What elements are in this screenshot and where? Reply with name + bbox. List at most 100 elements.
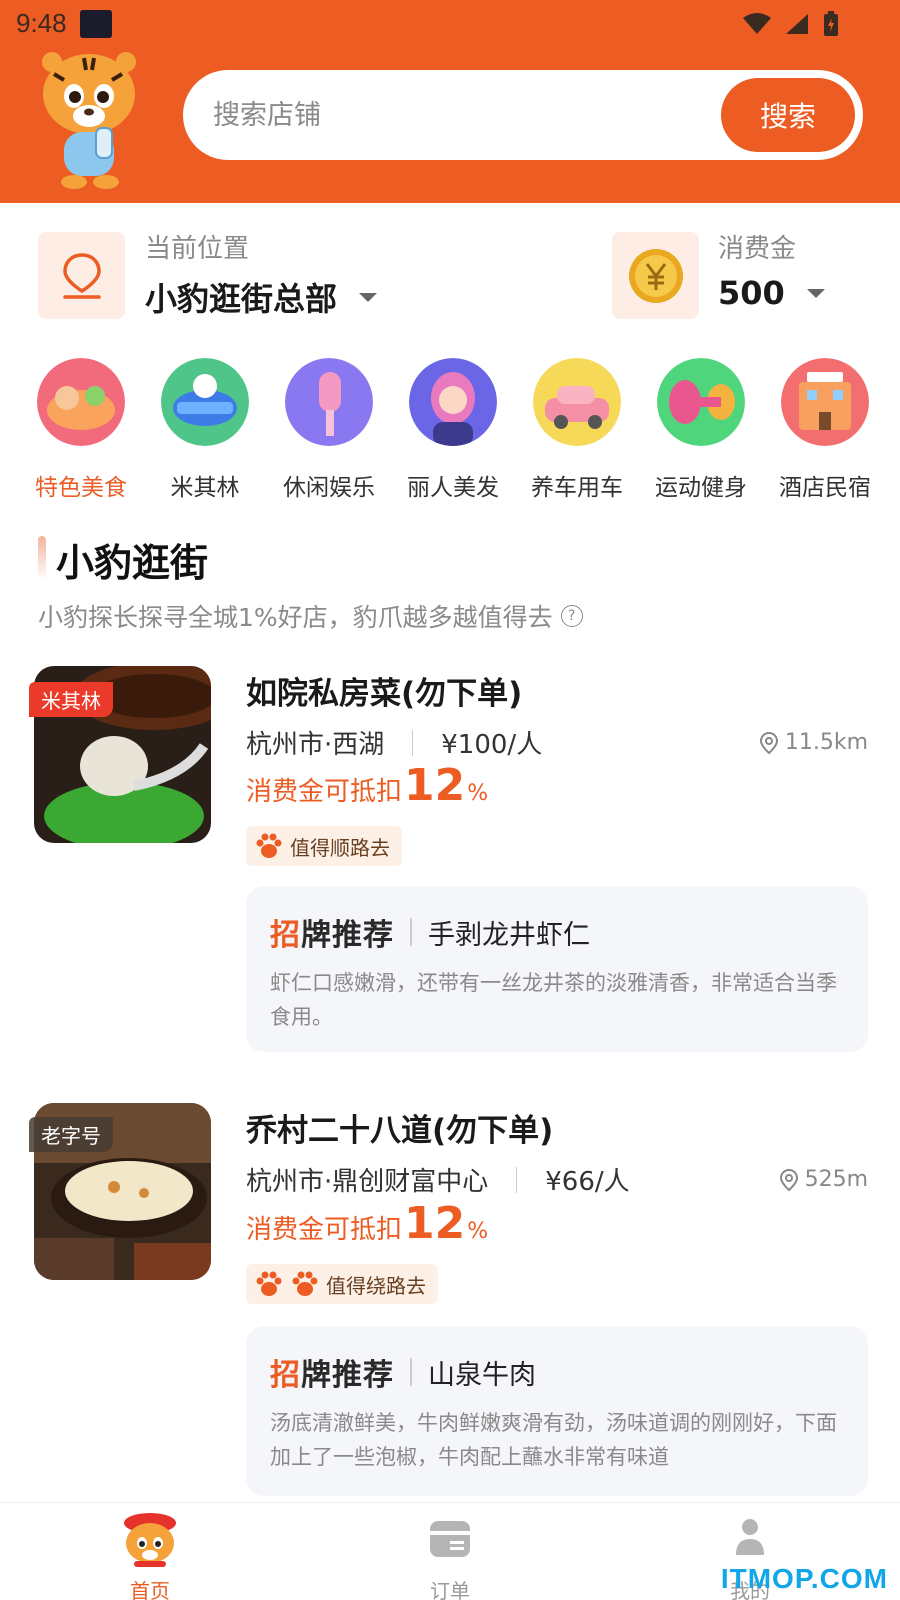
search-button[interactable]: 搜索	[721, 78, 855, 152]
category-label: 米其林	[170, 475, 240, 498]
signature-dish-name: 山泉牛肉	[428, 1359, 536, 1391]
shop-name[interactable]: 如院私房菜(勿下单)	[246, 668, 522, 713]
category-label: 丽人美发	[407, 475, 499, 498]
category-entertainment[interactable]: 休闲娱乐	[269, 358, 389, 498]
location-pin-icon	[62, 252, 101, 299]
help-icon[interactable]: ?	[560, 605, 583, 627]
rec-head: 招牌推荐 手剥龙井虾仁	[270, 910, 590, 954]
search-input[interactable]	[213, 70, 693, 160]
car-icon	[533, 358, 621, 446]
category-food[interactable]: 特色美食	[21, 358, 141, 498]
microphone-icon	[285, 358, 373, 446]
category-michelin[interactable]: 米其林	[145, 358, 265, 498]
distance-value: 11.5km	[784, 730, 868, 755]
discount-value: 12	[404, 1198, 466, 1249]
category-label: 特色美食	[35, 475, 127, 498]
shop-meta: 杭州市·鼎创财富中心 ¥66/人	[246, 1161, 630, 1198]
discount-text: 消费金可抵扣	[246, 777, 403, 807]
category-label: 酒店民宿	[779, 475, 871, 498]
shop-price: ¥100/人	[441, 730, 543, 760]
paw-label: 值得顺路去	[290, 835, 390, 860]
category-fitness[interactable]: 运动健身	[641, 358, 761, 498]
wifi-icon	[743, 13, 771, 34]
status-time: 9:48	[16, 8, 67, 38]
mascot-home-icon	[124, 1513, 176, 1567]
beauty-icon	[409, 358, 497, 446]
discount-unit: %	[467, 781, 489, 806]
coin-icon-box[interactable]	[612, 232, 699, 319]
shop-area: 杭州市·西湖	[246, 730, 385, 760]
hotel-icon	[781, 358, 869, 446]
app-header: 9:48 搜索	[0, 0, 900, 203]
shop-distance: 11.5km	[759, 730, 868, 755]
category-row: 特色美食 米其林 休闲娱乐 丽人美发 养车用车 运动健身 酒店民宿	[0, 358, 900, 498]
nav-home[interactable]: 首页	[90, 1511, 210, 1600]
michelin-icon	[161, 358, 249, 446]
signature-dish-name: 手剥龙井虾仁	[428, 919, 590, 951]
chevron-down-icon	[359, 292, 378, 302]
rec-head: 招牌推荐 山泉牛肉	[270, 1350, 536, 1394]
status-icons	[742, 10, 840, 38]
dumbbell-icon	[657, 358, 745, 446]
signal-icon	[786, 14, 808, 34]
category-label: 休闲娱乐	[283, 475, 375, 498]
nav-label: 首页	[130, 1579, 170, 1600]
nav-orders[interactable]: 订单	[390, 1511, 510, 1600]
search-bar: 搜索	[183, 70, 863, 160]
shop-area: 杭州市·鼎创财富中心	[246, 1167, 489, 1197]
divider	[410, 918, 412, 946]
location-value: 小豹逛街总部	[145, 280, 338, 318]
section-title: 小豹逛街	[56, 541, 209, 585]
paw-rating-tag: 值得顺路去	[246, 826, 402, 866]
signature-dish-card[interactable]: 招牌推荐 手剥龙井虾仁 虾仁口感嫩滑，还带有一丝龙井茶的淡雅清香，非常适合当季食…	[246, 886, 868, 1052]
discount-text: 消费金可抵扣	[246, 1215, 403, 1245]
paw-label: 值得绕路去	[326, 1273, 426, 1298]
location-icon-box[interactable]	[38, 232, 125, 319]
discount-value: 12	[404, 760, 466, 811]
signature-dish-card[interactable]: 招牌推荐 山泉牛肉 汤底清澈鲜美，牛肉鲜嫩爽滑有劲，汤味道调的刚刚好，下面加上了…	[246, 1326, 868, 1496]
paw-icon	[256, 1271, 282, 1296]
discount-unit: %	[467, 1219, 489, 1244]
battery-icon	[824, 11, 838, 36]
signature-tag: 招牌推荐	[270, 918, 394, 953]
divider	[410, 1358, 412, 1386]
discount-line: 消费金可抵扣 12 %	[246, 764, 488, 808]
watermark-text: ITMOP.COM	[720, 1563, 888, 1594]
paw-rating-tag: 值得绕路去	[246, 1264, 438, 1304]
category-label: 运动健身	[655, 475, 747, 498]
signature-dish-desc: 汤底清澈鲜美，牛肉鲜嫩爽滑有劲，汤味道调的刚刚好，下面加上了一些泡椒，牛肉配上蘸…	[270, 1411, 837, 1469]
divider	[516, 1166, 518, 1193]
category-label: 养车用车	[531, 475, 623, 498]
nav-label: 订单	[430, 1579, 470, 1600]
shop-badge: 老字号	[29, 1117, 113, 1152]
shop-badge: 米其林	[29, 682, 113, 717]
status-bar: 9:48	[0, 0, 900, 50]
section-subtitle-row: 小豹探长探寻全城1%好店，豹爪越多越值得去 ?	[38, 598, 583, 634]
shop-name[interactable]: 乔村二十八道(勿下单)	[246, 1105, 553, 1150]
discount-line: 消费金可抵扣 12 %	[246, 1202, 488, 1246]
divider	[412, 729, 414, 756]
category-beauty[interactable]: 丽人美发	[393, 358, 513, 498]
section-subtitle: 小豹探长探寻全城1%好店，豹爪越多越值得去	[38, 603, 553, 632]
order-icon	[430, 1521, 470, 1557]
credit-label: 消费金	[718, 234, 797, 264]
chevron-down-icon	[806, 288, 825, 298]
location-selector[interactable]: 小豹逛街总部	[145, 274, 378, 320]
location-label: 当前位置	[145, 234, 250, 264]
paw-icon	[256, 833, 282, 858]
location-pin-icon	[759, 731, 778, 754]
shop-distance: 525m	[779, 1167, 868, 1192]
food-icon	[37, 358, 125, 446]
category-car[interactable]: 养车用车	[517, 358, 637, 498]
credit-value: 500	[718, 274, 785, 312]
credit-selector[interactable]: 500	[718, 274, 825, 312]
shop-meta: 杭州市·西湖 ¥100/人	[246, 724, 542, 761]
distance-value: 525m	[804, 1167, 868, 1192]
signature-tag: 招牌推荐	[270, 1358, 394, 1393]
category-hotel[interactable]: 酒店民宿	[765, 358, 885, 498]
notification-thumbnail-icon	[80, 10, 112, 38]
section-accent-bar	[38, 536, 46, 580]
tiger-mascot-logo	[42, 52, 136, 189]
shop-price: ¥66/人	[545, 1167, 630, 1197]
paw-icon	[292, 1271, 318, 1296]
